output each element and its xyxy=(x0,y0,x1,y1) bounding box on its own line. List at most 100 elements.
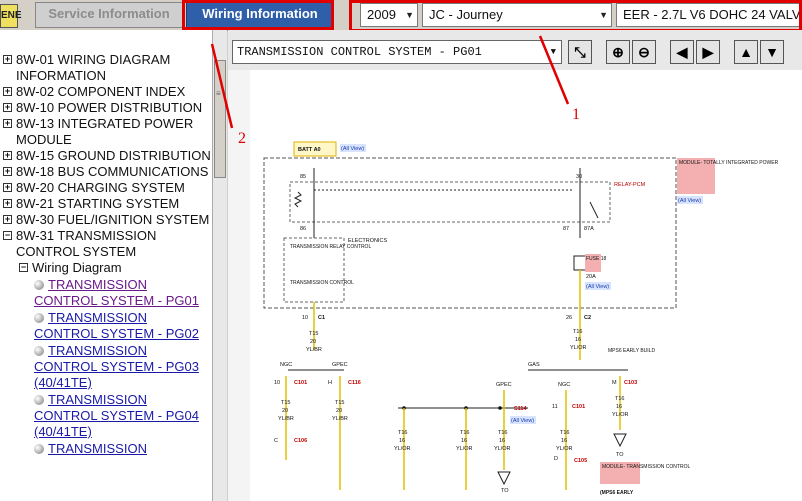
collapse-icon[interactable]: − xyxy=(19,263,28,272)
wire-color: YL/OR xyxy=(556,446,573,452)
tree-node-charging-system[interactable]: +8W-20 CHARGING SYSTEM xyxy=(0,180,212,196)
previous-page-button[interactable]: ◀ xyxy=(670,40,694,64)
diagram-link-pg03[interactable]: TRANSMISSION CONTROL SYSTEM - PG03 (40/4… xyxy=(0,343,212,391)
connector-c1: C1 xyxy=(318,315,325,321)
wire-gauge: 20 xyxy=(336,408,342,414)
tree-node-label: 8W-01 WIRING DIAGRAM INFORMATION xyxy=(16,52,171,83)
connector-c101: C101 xyxy=(294,380,307,386)
tree-node-power-distribution[interactable]: +8W-10 POWER DISTRIBUTION xyxy=(0,100,212,116)
diagram-link-pg02[interactable]: TRANSMISSION CONTROL SYSTEM - PG02 xyxy=(0,310,212,342)
pin-87: 87 xyxy=(563,226,569,232)
wire-circuit: T15 xyxy=(335,400,344,406)
tcm-label: MODULE- TRANSMISSION CONTROL xyxy=(602,464,690,470)
branch-ngc: NGC xyxy=(558,382,570,388)
zoom-in-button[interactable]: ⊕ xyxy=(606,40,630,64)
branch-gpec: GPEC xyxy=(332,362,348,368)
splice-dot xyxy=(498,406,502,410)
pin-11: 11 xyxy=(552,404,558,410)
tree-node-fuel-ignition[interactable]: +8W-30 FUEL/IGNITION SYSTEM xyxy=(0,212,212,228)
splice-s114: S114 xyxy=(514,406,527,412)
wire-color: YL/BR xyxy=(332,416,348,422)
pin-30: 30 xyxy=(576,174,582,180)
relay-switch xyxy=(589,201,599,219)
app-icon-label: ENE xyxy=(1,10,22,21)
scroll-up-button[interactable]: ▲ xyxy=(734,40,758,64)
diagram-link-pg05[interactable]: TRANSMISSION xyxy=(0,441,212,457)
off-page-connector[interactable] xyxy=(613,433,627,448)
batt-label: BATT A0 xyxy=(298,147,321,153)
pin-87a: 87A xyxy=(584,226,594,232)
scroll-down-button[interactable]: ▼ xyxy=(760,40,784,64)
wire-color: YL/BR xyxy=(306,347,322,353)
tree-scrollbar[interactable]: ≡ xyxy=(212,30,227,501)
tree-node-bus-communications[interactable]: +8W-18 BUS COMMUNICATIONS xyxy=(0,164,212,180)
tree-node-starting-system[interactable]: +8W-21 STARTING SYSTEM xyxy=(0,196,212,212)
wire-circuit: T16 xyxy=(573,329,582,335)
tc-label: TRANSMISSION CONTROL xyxy=(290,280,354,286)
fit-page-icon: ⤡ xyxy=(574,44,586,60)
expand-icon[interactable]: + xyxy=(3,167,12,176)
pin-m: M xyxy=(612,380,617,386)
fit-page-button[interactable]: ⤡ xyxy=(568,40,592,64)
expand-icon[interactable]: + xyxy=(3,215,12,224)
wire-gauge: 16 xyxy=(616,404,622,410)
scrollbar-thumb[interactable] xyxy=(214,60,226,178)
tab-service-information[interactable]: Service Information xyxy=(35,2,183,28)
tree-node-ground-distribution[interactable]: +8W-15 GROUND DISTRIBUTION xyxy=(0,148,212,164)
expand-icon[interactable]: + xyxy=(3,103,12,112)
zoom-out-button[interactable]: ⊖ xyxy=(632,40,656,64)
diagram-link-label: TRANSMISSION CONTROL SYSTEM - PG03 (40/4… xyxy=(34,343,199,390)
tree-node-label: 8W-21 STARTING SYSTEM xyxy=(16,196,180,211)
tree-node-label: 8W-18 BUS COMMUNICATIONS xyxy=(16,164,209,179)
wiring-diagram-canvas[interactable]: BATT A0 (All View) MODULE- TOTALLY INTEG… xyxy=(228,70,802,501)
engine-select[interactable]: EER - 2.7L V6 DOHC 24 VALVE ( xyxy=(616,3,802,27)
app-icon[interactable]: ENE xyxy=(0,4,22,28)
model-value: JC - Journey xyxy=(429,7,503,22)
arrow-down-icon: ▼ xyxy=(765,44,779,60)
expand-icon[interactable]: + xyxy=(3,87,12,96)
diagram-link-label: TRANSMISSION xyxy=(48,441,147,456)
tree-node-label: 8W-02 COMPONENT INDEX xyxy=(16,84,186,99)
year-select[interactable]: 2009 ▼ xyxy=(360,3,418,27)
wire-gauge: 16 xyxy=(561,438,567,444)
off-page-connector[interactable] xyxy=(497,471,511,486)
tree-node-component-index[interactable]: +8W-02 COMPONENT INDEX xyxy=(0,84,212,100)
zoom-out-icon: ⊖ xyxy=(638,44,650,60)
expand-icon[interactable]: + xyxy=(3,151,12,160)
tree-node-label: 8W-30 FUEL/IGNITION SYSTEM xyxy=(16,212,210,227)
wire-color: YL/OR xyxy=(570,345,587,351)
tree-node-integrated-power-module[interactable]: +8W-13 INTEGRATED POWER MODULE xyxy=(0,116,212,148)
diagram-link-pg01[interactable]: TRANSMISSION CONTROL SYSTEM - PG01 xyxy=(0,277,212,309)
next-page-button[interactable]: ▶ xyxy=(696,40,720,64)
diagram-link-label: TRANSMISSION CONTROL SYSTEM - PG02 xyxy=(34,310,199,341)
tree-node-wiring-diagram[interactable]: − Wiring Diagram xyxy=(0,260,212,276)
wire-color: YL/OR xyxy=(394,446,411,452)
page-bullet-icon xyxy=(34,313,44,323)
tree-node-label: 8W-20 CHARGING SYSTEM xyxy=(16,180,185,195)
annotation-label-2: 2 xyxy=(238,130,246,147)
branch-gas: GAS xyxy=(528,362,540,368)
diagram-select[interactable]: TRANSMISSION CONTROL SYSTEM - PG01 ▼ xyxy=(232,40,562,64)
model-select[interactable]: JC - Journey ▼ xyxy=(422,3,612,27)
expand-icon[interactable]: + xyxy=(3,55,12,64)
wire-gauge: 20 xyxy=(310,339,316,345)
expand-icon[interactable]: + xyxy=(3,183,12,192)
chevron-down-icon: ▼ xyxy=(599,10,608,20)
diagram-select-value: TRANSMISSION CONTROL SYSTEM - PG01 xyxy=(237,45,482,59)
trc-label: TRANSMISSION RELAY CONTROL xyxy=(290,244,371,250)
diagram-link-pg04[interactable]: TRANSMISSION CONTROL SYSTEM - PG04 (40/4… xyxy=(0,392,212,440)
tree-node-transmission-control[interactable]: −8W-31 TRANSMISSION CONTROL SYSTEM xyxy=(0,228,212,260)
expand-icon[interactable]: + xyxy=(3,119,12,128)
page-bullet-icon xyxy=(34,346,44,356)
expand-icon[interactable]: + xyxy=(3,199,12,208)
wire-gauge: 16 xyxy=(575,337,581,343)
tree-node-wiring-diagram-info[interactable]: +8W-01 WIRING DIAGRAM INFORMATION xyxy=(0,52,212,84)
wire-gauge: 16 xyxy=(399,438,405,444)
collapse-icon[interactable]: − xyxy=(3,231,12,240)
wire-color: YL/BR xyxy=(278,416,294,422)
all-view-text: (All View) xyxy=(586,284,609,290)
zoom-in-icon: ⊕ xyxy=(612,44,624,60)
tree-node-label: 8W-10 POWER DISTRIBUTION xyxy=(16,100,203,115)
tab-wiring-information[interactable]: Wiring Information xyxy=(186,2,334,28)
all-view-text: (All View) xyxy=(511,418,534,424)
